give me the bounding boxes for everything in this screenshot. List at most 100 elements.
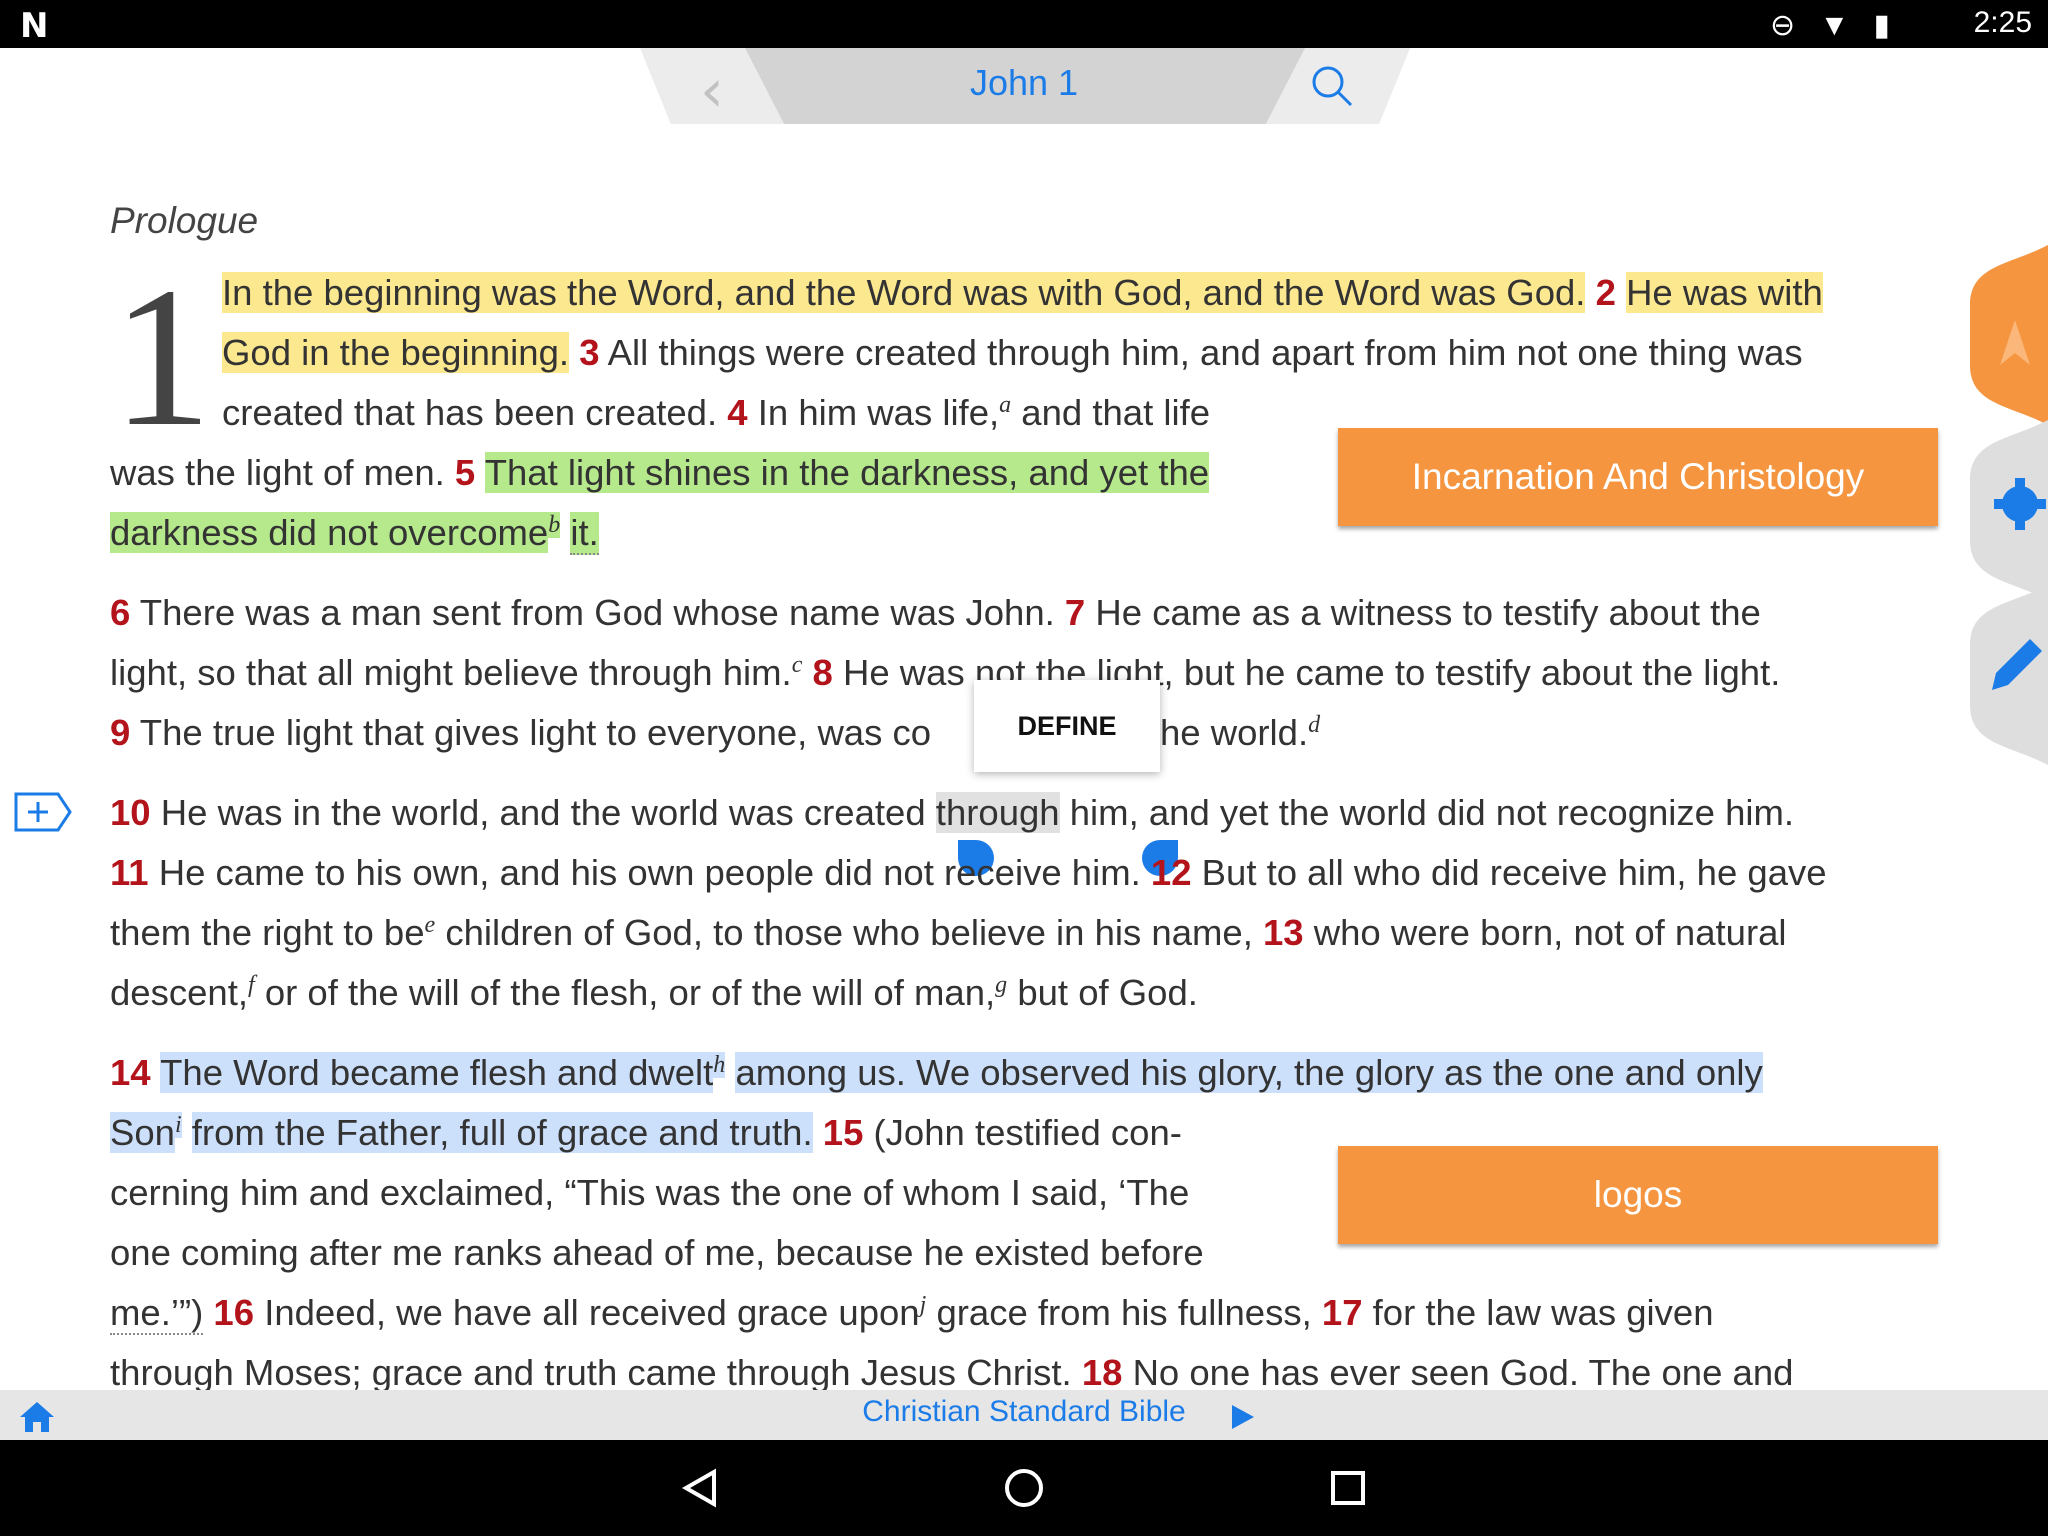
verse-10-text[interactable]: He was in the world, and the world was c… bbox=[161, 792, 926, 833]
verse-number[interactable]: 10 bbox=[110, 792, 151, 833]
verse-15-text[interactable]: one coming after me ranks ahead of me, b… bbox=[110, 1232, 1204, 1273]
verse-number[interactable]: 9 bbox=[110, 712, 130, 753]
verse-number[interactable]: 2 bbox=[1596, 272, 1616, 313]
verse-line[interactable]: through Moses; grace and truth came thro… bbox=[110, 1352, 1793, 1394]
define-button[interactable]: DEFINE bbox=[974, 680, 1160, 772]
verse-18-text[interactable]: No one has ever seen God. The one and bbox=[1133, 1352, 1794, 1393]
footnote-marker[interactable]: g bbox=[995, 972, 1007, 998]
footnote-marker[interactable]: a bbox=[999, 392, 1011, 418]
settings-tab[interactable] bbox=[1970, 420, 2048, 600]
verse-11-text[interactable]: He came to his own, and his own people d… bbox=[159, 852, 1141, 893]
verse-12-text[interactable]: But to all who did receive him, he gave bbox=[1202, 852, 1827, 893]
verse-line[interactable]: them the right to bee children of God, t… bbox=[110, 912, 1787, 954]
footnote-marker[interactable]: j bbox=[920, 1292, 927, 1318]
verse-line[interactable]: darkness did not overcomeb it. bbox=[110, 512, 599, 556]
topic-tag-logos[interactable]: logos bbox=[1338, 1146, 1938, 1244]
verse-15-text[interactable]: (John testified con- bbox=[874, 1112, 1182, 1153]
verse-9-text[interactable]: he world. bbox=[1160, 712, 1308, 753]
book-chapter-title[interactable]: John 1 bbox=[0, 62, 2048, 104]
add-note-icon[interactable] bbox=[14, 792, 72, 832]
verse-line[interactable]: In the beginning was the Word, and the W… bbox=[222, 272, 1823, 314]
footnote-marker[interactable]: i bbox=[174, 1112, 182, 1138]
verse-14-text[interactable]: among us. We observed his glory, the glo… bbox=[735, 1052, 1763, 1094]
verse-line[interactable]: 6 There was a man sent from God whose na… bbox=[110, 592, 1761, 634]
verse-line[interactable]: me.’”) 16 Indeed, we have all received g… bbox=[110, 1292, 1714, 1336]
verse-10-text[interactable]: him, and yet the world did not recognize… bbox=[1070, 792, 1794, 833]
verse-number[interactable]: 14 bbox=[110, 1052, 151, 1093]
verse-line[interactable]: God in the beginning. 3 All things were … bbox=[222, 332, 1803, 374]
verse-6-text[interactable]: There was a man sent from God whose name… bbox=[140, 592, 1055, 633]
verse-17-text[interactable]: for the law was given bbox=[1373, 1292, 1714, 1333]
verse-9-text[interactable]: The true light that gives light to every… bbox=[140, 712, 931, 753]
verse-13-text[interactable]: but of God. bbox=[1017, 972, 1198, 1013]
footnote-marker[interactable]: b bbox=[548, 512, 561, 538]
footnote-marker[interactable]: e bbox=[425, 912, 436, 938]
search-icon[interactable] bbox=[1310, 64, 1354, 108]
verse-number[interactable]: 12 bbox=[1151, 852, 1192, 893]
verse-line[interactable]: was the light of men. 5 That light shine… bbox=[110, 452, 1210, 494]
bible-version-name[interactable]: Christian Standard Bible bbox=[0, 1395, 2048, 1429]
verse-number[interactable]: 17 bbox=[1322, 1292, 1363, 1333]
verse-number[interactable]: 7 bbox=[1065, 592, 1085, 633]
verse-number[interactable]: 5 bbox=[455, 452, 475, 493]
verse-line[interactable]: light, so that all might believe through… bbox=[110, 652, 1780, 694]
verse-5-text[interactable]: it. bbox=[570, 512, 599, 556]
verse-13-text[interactable]: or of the will of the flesh, or of the w… bbox=[265, 972, 995, 1013]
verse-5-text[interactable]: darkness did not overcome bbox=[110, 512, 549, 554]
verse-number[interactable]: 8 bbox=[813, 652, 833, 693]
verse-7-text[interactable]: light, so that all might believe through… bbox=[110, 652, 792, 693]
verse-number[interactable]: 4 bbox=[727, 392, 747, 433]
verse-15-text[interactable]: me.’”) bbox=[110, 1292, 204, 1336]
verse-7-text[interactable]: He came as a witness to testify about th… bbox=[1095, 592, 1760, 633]
verse-line[interactable]: created that has been created. 4 In him … bbox=[222, 392, 1210, 434]
selected-word[interactable]: through bbox=[935, 792, 1060, 833]
verse-3-text[interactable]: All things were created through him, and… bbox=[608, 332, 1803, 373]
verse-5-text[interactable]: That light shines in the darkness, and y… bbox=[484, 452, 1210, 493]
navigation-arrow-tab[interactable] bbox=[1970, 245, 2048, 425]
verse-13-text[interactable]: descent, bbox=[110, 972, 248, 1013]
verse-16-text[interactable]: Indeed, we have all received grace upon bbox=[264, 1292, 919, 1333]
edit-tab[interactable] bbox=[1970, 585, 2048, 765]
verse-line[interactable]: 10 He was in the world, and the world wa… bbox=[110, 792, 1794, 834]
verse-line[interactable]: descent,f or of the will of the flesh, o… bbox=[110, 972, 1198, 1014]
verse-line[interactable]: one coming after me ranks ahead of me, b… bbox=[110, 1232, 1204, 1274]
verse-3-text[interactable]: created that has been created. bbox=[222, 392, 717, 433]
verse-1-text[interactable]: In the beginning was the Word, and the W… bbox=[222, 272, 1586, 313]
footnote-marker[interactable]: d bbox=[1308, 712, 1320, 738]
verse-15-text[interactable]: cerning him and exclaimed, “This was the… bbox=[110, 1172, 1189, 1213]
verse-2-text[interactable]: God in the beginning. bbox=[222, 332, 570, 373]
footnote-marker[interactable]: c bbox=[792, 652, 803, 678]
verse-2-text[interactable]: He was with bbox=[1626, 272, 1823, 313]
verse-number[interactable]: 6 bbox=[110, 592, 130, 633]
verse-number[interactable]: 16 bbox=[213, 1292, 254, 1333]
verse-14-text[interactable]: Son bbox=[110, 1112, 175, 1154]
verse-number[interactable]: 15 bbox=[823, 1112, 864, 1153]
verse-4-text[interactable]: and that life bbox=[1021, 392, 1210, 433]
verse-14-text[interactable]: from the Father, full of grace and truth… bbox=[191, 1112, 813, 1154]
verse-line[interactable]: 14 The Word became flesh and dwelth amon… bbox=[110, 1052, 1763, 1094]
verse-line[interactable]: Soni from the Father, full of grace and … bbox=[110, 1112, 1182, 1154]
verse-14-text[interactable]: The Word became flesh and dwelt bbox=[160, 1052, 714, 1094]
topic-tag-incarnation[interactable]: Incarnation And Christology bbox=[1338, 428, 1938, 526]
play-icon[interactable] bbox=[1230, 1403, 1256, 1431]
verse-line[interactable]: he world.d bbox=[1160, 712, 1320, 754]
verse-number[interactable]: 18 bbox=[1082, 1352, 1123, 1393]
verse-line[interactable]: cerning him and exclaimed, “This was the… bbox=[110, 1172, 1189, 1214]
verse-12-text[interactable]: them the right to be bbox=[110, 912, 425, 953]
verse-4-text[interactable]: was the light of men. bbox=[110, 452, 445, 493]
verse-line[interactable]: 9 The true light that gives light to eve… bbox=[110, 712, 931, 754]
verse-17-text[interactable]: through Moses; grace and truth came thro… bbox=[110, 1352, 1072, 1393]
footnote-marker[interactable]: f bbox=[248, 972, 255, 998]
verse-13-text[interactable]: who were born, not of natural bbox=[1314, 912, 1787, 953]
verse-number[interactable]: 13 bbox=[1263, 912, 1304, 953]
verse-line[interactable]: 11 He came to his own, and his own peopl… bbox=[110, 852, 1827, 894]
home-nav-icon[interactable] bbox=[1002, 1466, 1046, 1510]
verse-12-text[interactable]: children of God, to those who believe in… bbox=[445, 912, 1253, 953]
verse-4-text[interactable]: In him was life, bbox=[758, 392, 999, 433]
footnote-marker[interactable]: h bbox=[713, 1052, 726, 1078]
verse-number[interactable]: 3 bbox=[579, 332, 599, 373]
verse-16-text[interactable]: grace from his fullness, bbox=[936, 1292, 1311, 1333]
recents-nav-icon[interactable] bbox=[1330, 1470, 1366, 1506]
verse-number[interactable]: 11 bbox=[110, 852, 149, 893]
back-nav-icon[interactable] bbox=[680, 1468, 720, 1508]
